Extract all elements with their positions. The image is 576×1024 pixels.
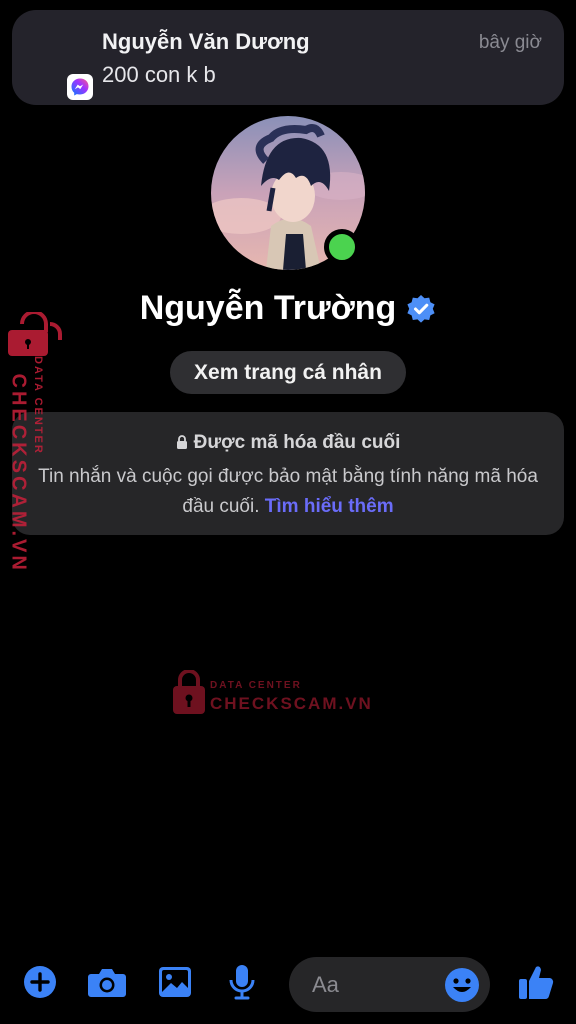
lock-icon (176, 435, 187, 449)
messenger-icon (67, 74, 93, 100)
encryption-title: Được mã hóa đầu cuối (193, 432, 401, 453)
camera-icon[interactable] (87, 962, 127, 1002)
watermark-center: DATA CENTER CHECKSCAM.VN (172, 670, 371, 718)
like-icon[interactable] (516, 962, 556, 1002)
view-profile-button[interactable]: Xem trang cá nhân (170, 351, 406, 394)
notification-time: bây giờ (478, 32, 542, 53)
online-status-indicator (324, 229, 360, 265)
learn-more-link[interactable]: Tìm hiểu thêm (265, 496, 394, 517)
image-icon[interactable] (155, 962, 195, 1002)
watermark-center-sub: DATA CENTER (210, 680, 302, 691)
profile-name: Nguyễn Trường (139, 289, 397, 327)
watermark-side: CHECKSCAM.VN DATA CENTER (6, 310, 66, 573)
notification-message: 200 con k b (102, 62, 216, 87)
plus-icon[interactable] (20, 962, 60, 1002)
encryption-notice: Được mã hóa đầu cuối Tin nhắn và cuộc gọ… (12, 412, 564, 535)
message-input[interactable]: Aa (289, 957, 490, 1012)
microphone-icon[interactable] (222, 962, 262, 1002)
watermark-center-brand: CHECKSCAM.VN (210, 694, 373, 713)
message-input-placeholder: Aa (312, 972, 339, 997)
notification-sender: Nguyễn Văn Dương (102, 29, 310, 54)
watermark-side-brand: CHECKSCAM.VN (7, 373, 30, 573)
emoji-icon[interactable] (444, 967, 480, 1003)
watermark-side-sub: DATA CENTER (32, 356, 44, 455)
message-composer: Aa (0, 950, 576, 1024)
verified-badge-icon (407, 294, 435, 323)
notification-banner[interactable]: Nguyễn Văn Dương 200 con k b bây giờ (12, 10, 564, 105)
